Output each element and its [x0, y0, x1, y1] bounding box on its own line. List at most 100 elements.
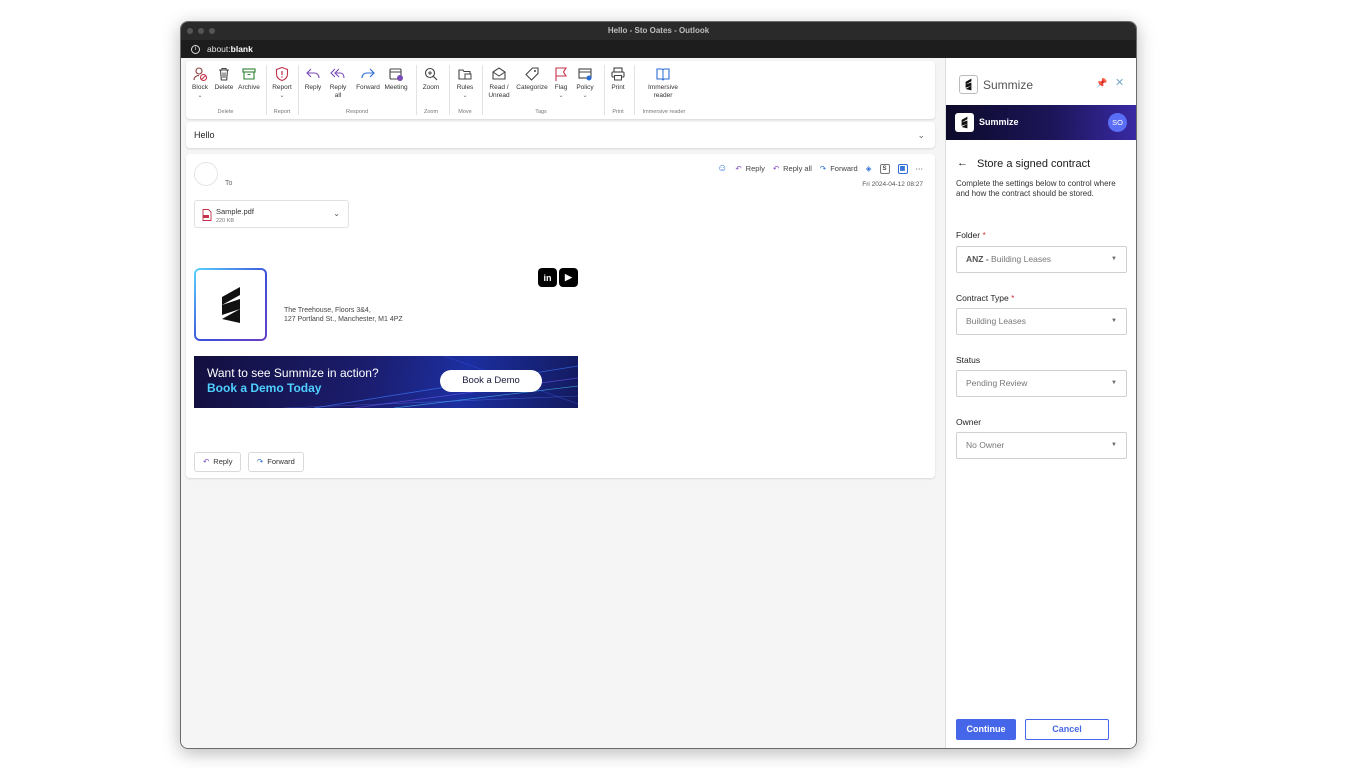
window-controls [187, 28, 215, 34]
attachment-size: 220 KB [216, 218, 235, 224]
bottom-forward-button[interactable]: ↷ Forward [248, 452, 304, 472]
user-avatar[interactable]: SO [1108, 113, 1127, 132]
ribbon-divider [298, 65, 299, 115]
report-button[interactable]: Report ⌄ [270, 65, 294, 100]
forward-button[interactable]: Forward [354, 65, 382, 92]
reply-icon: ↶ [735, 164, 742, 173]
chevron-down-icon[interactable]: ⌄ [917, 122, 925, 148]
policy-tag-icon[interactable]: ◈ [866, 164, 872, 173]
block-icon [193, 67, 208, 82]
close-window-button[interactable] [187, 28, 193, 34]
dropdown-caret-icon: ▼ [1111, 256, 1117, 262]
more-options-icon[interactable]: ⋯ [916, 164, 924, 173]
maximize-window-button[interactable] [209, 28, 215, 34]
title-bar: Hello - Sto Oates - Outlook [181, 22, 1136, 40]
reply-all-button[interactable]: Reply all [329, 65, 347, 100]
pane-title: Store a signed contract [977, 158, 1091, 170]
status-select[interactable]: Pending Review ▼ [956, 370, 1127, 397]
ribbon-divider [266, 65, 267, 115]
chevron-down-icon[interactable]: ⌄ [333, 209, 340, 218]
window-title: Hello - Sto Oates - Outlook [607, 26, 710, 35]
demo-banner[interactable]: Want to see Summize in action? Book a De… [194, 356, 578, 408]
envelope-icon [492, 67, 506, 80]
rules-button[interactable]: Rules ⌄ [454, 65, 476, 100]
pin-icon[interactable]: 📌 [1096, 78, 1107, 89]
outlook-window: Hello - Sto Oates - Outlook i about:blan… [180, 21, 1137, 749]
read-unread-button[interactable]: Read / Unread [486, 65, 512, 100]
folder-label: Folder * [956, 230, 986, 240]
block-button[interactable]: Block ⌄ [189, 65, 211, 100]
archive-icon [242, 68, 256, 80]
banner-headline: Want to see Summize in action? [207, 366, 379, 380]
linkedin-icon[interactable]: in [538, 268, 557, 287]
printer-icon [611, 67, 625, 81]
meeting-button[interactable]: Meeting [382, 65, 410, 92]
pane-header: Summize 📌 ✕ [946, 58, 1136, 105]
tag-icon [525, 67, 539, 81]
delete-button[interactable]: Delete [213, 65, 235, 92]
required-marker: * [1011, 293, 1015, 303]
reply-all-icon: ↶ [772, 164, 780, 173]
pane-description: Complete the settings below to control w… [956, 179, 1116, 198]
attachment-card[interactable]: Sample.pdf 220 KB ⌄ [194, 200, 349, 228]
rules-icon [458, 69, 472, 80]
apps-grid-icon[interactable]: ▦ [897, 163, 908, 174]
required-marker: * [982, 230, 986, 240]
address-text: about:blank [207, 44, 253, 54]
cancel-button[interactable]: Cancel [1025, 719, 1109, 740]
dropdown-caret-icon: ▼ [1111, 442, 1117, 448]
info-icon[interactable]: i [191, 44, 200, 54]
reply-icon [306, 68, 320, 79]
zoom-icon [424, 67, 438, 81]
owner-select[interactable]: No Owner ▼ [956, 432, 1127, 459]
contract-type-label: Contract Type * [956, 293, 1015, 303]
pane-app-name: Summize [983, 78, 1034, 92]
forward-icon [361, 68, 375, 79]
brand-name: Summize [979, 117, 1019, 127]
ribbon-divider [416, 65, 417, 115]
meeting-icon [389, 68, 403, 81]
immersive-reader-button[interactable]: Immersive reader [642, 65, 684, 100]
book-demo-button[interactable]: Book a Demo [440, 370, 542, 392]
summize-app-icon [959, 75, 978, 94]
ribbon-divider [604, 65, 605, 115]
reply-all-icon [330, 68, 345, 79]
reply-action[interactable]: ↶ Reply [735, 164, 764, 173]
immersive-reader-icon [656, 68, 670, 81]
contract-type-select[interactable]: Building Leases ▼ [956, 308, 1127, 335]
forward-icon: ↷ [819, 164, 827, 173]
back-arrow-icon[interactable]: ← [957, 157, 968, 169]
categorize-button[interactable]: Categorize [515, 65, 549, 92]
group-label-tags: Tags [535, 109, 547, 115]
youtube-icon[interactable]: ▶ [559, 268, 578, 287]
reply-all-action[interactable]: ↶ Reply all [773, 164, 812, 173]
forward-action[interactable]: ↷ Forward [820, 164, 858, 173]
policy-button[interactable]: Policy ⌄ [574, 65, 596, 100]
group-label-immersive-reader: Immersive reader [642, 109, 686, 115]
emoji-icon[interactable]: ☺ [717, 163, 727, 174]
social-links: in ▶ [538, 268, 578, 287]
print-button[interactable]: Print [607, 65, 629, 92]
archive-button[interactable]: Archive [236, 65, 262, 92]
continue-button[interactable]: Continue [956, 719, 1016, 740]
pane-brand-bar: Summize SO [946, 105, 1136, 140]
summize-s-logo-icon [221, 286, 240, 323]
address-bar[interactable]: i about:blank [181, 40, 1136, 58]
shield-icon [275, 66, 289, 82]
minimize-window-button[interactable] [198, 28, 204, 34]
close-icon[interactable]: ✕ [1115, 76, 1124, 89]
summize-logo [194, 268, 267, 341]
flag-button[interactable]: Flag ⌄ [552, 65, 570, 100]
avatar [194, 162, 218, 186]
bottom-reply-button[interactable]: ↶ Reply [194, 452, 242, 472]
subject-bar[interactable]: Hello ⌄ [186, 122, 935, 148]
zoom-button[interactable]: Zoom [419, 65, 443, 92]
banner-subheadline: Book a Demo Today [207, 381, 322, 395]
summize-addin-icon[interactable]: S [879, 163, 890, 174]
reply-icon: ↶ [203, 457, 210, 466]
folder-select[interactable]: ANZ - Building Leases ▼ [956, 246, 1127, 273]
reply-button[interactable]: Reply [304, 65, 322, 92]
flag-icon [555, 67, 567, 81]
trash-icon [219, 67, 229, 81]
ribbon-divider [482, 65, 483, 115]
